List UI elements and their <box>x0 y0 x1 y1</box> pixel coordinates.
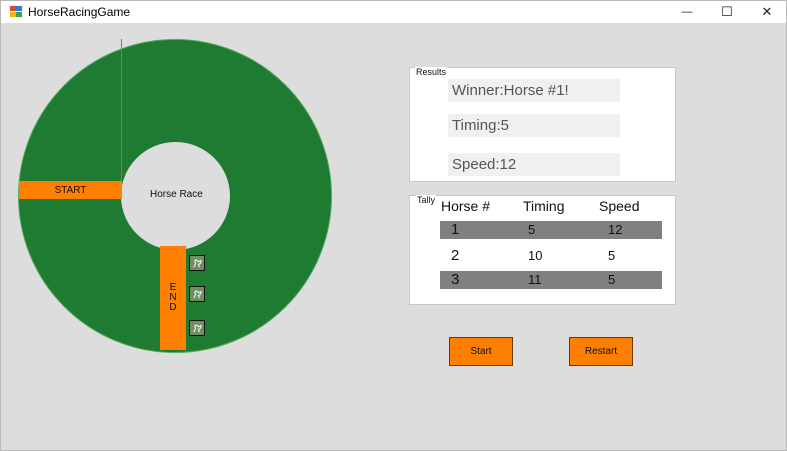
end-banner: E N D <box>160 246 186 350</box>
tally-cell-speed: 5 <box>608 272 616 287</box>
track-center-label: Horse Race <box>150 189 203 200</box>
app-icon <box>9 5 23 18</box>
speed-field: Speed:12 <box>448 153 620 176</box>
winner-text: Winner:Horse #1! <box>452 82 569 99</box>
start-banner-label: START <box>54 184 87 196</box>
tally-cell-speed: 12 <box>608 222 623 237</box>
restart-button[interactable]: Restart <box>569 337 633 366</box>
results-caption: Results <box>415 67 448 77</box>
tally-cell-horse: 2 <box>451 247 460 264</box>
horse-3-icon <box>189 320 205 336</box>
tally-row: 2 10 5 <box>440 247 662 265</box>
start-line <box>121 39 122 181</box>
minimize-icon: — <box>681 6 693 18</box>
start-button[interactable]: Start <box>449 337 513 366</box>
tally-cell-horse: 3 <box>451 271 460 288</box>
tally-cell-timing: 5 <box>528 222 536 237</box>
tally-cell-horse: 1 <box>451 221 460 238</box>
timing-text: Timing:5 <box>452 117 509 134</box>
tally-cell-timing: 11 <box>528 272 542 287</box>
close-icon: ✕ <box>761 4 773 19</box>
close-button[interactable]: ✕ <box>747 1 787 23</box>
column-header-speed: Speed <box>599 198 640 214</box>
column-header-timing: Timing <box>523 198 565 214</box>
maximize-icon: ☐ <box>721 4 733 19</box>
tally-row: 3 11 5 <box>440 271 662 289</box>
maximize-button[interactable]: ☐ <box>707 1 747 23</box>
minimize-button[interactable]: — <box>667 1 707 23</box>
tally-row: 1 5 12 <box>440 221 662 239</box>
timing-field: Timing:5 <box>448 114 620 137</box>
start-banner: START <box>19 181 122 199</box>
speed-text: Speed:12 <box>452 156 517 173</box>
tally-caption: Tally <box>416 195 437 205</box>
horse-2-icon <box>189 286 205 302</box>
horse-1-icon <box>189 255 205 271</box>
window-title: HorseRacingGame <box>28 5 131 19</box>
winner-field: Winner:Horse #1! <box>448 79 620 102</box>
tally-cell-timing: 10 <box>528 248 543 263</box>
end-banner-label: E N D <box>160 283 186 313</box>
title-bar[interactable]: HorseRacingGame — ☐ ✕ <box>1 1 786 23</box>
tally-cell-speed: 5 <box>608 248 616 263</box>
end-letter-d: D <box>169 302 177 313</box>
column-header-horse: Horse # <box>441 198 491 214</box>
